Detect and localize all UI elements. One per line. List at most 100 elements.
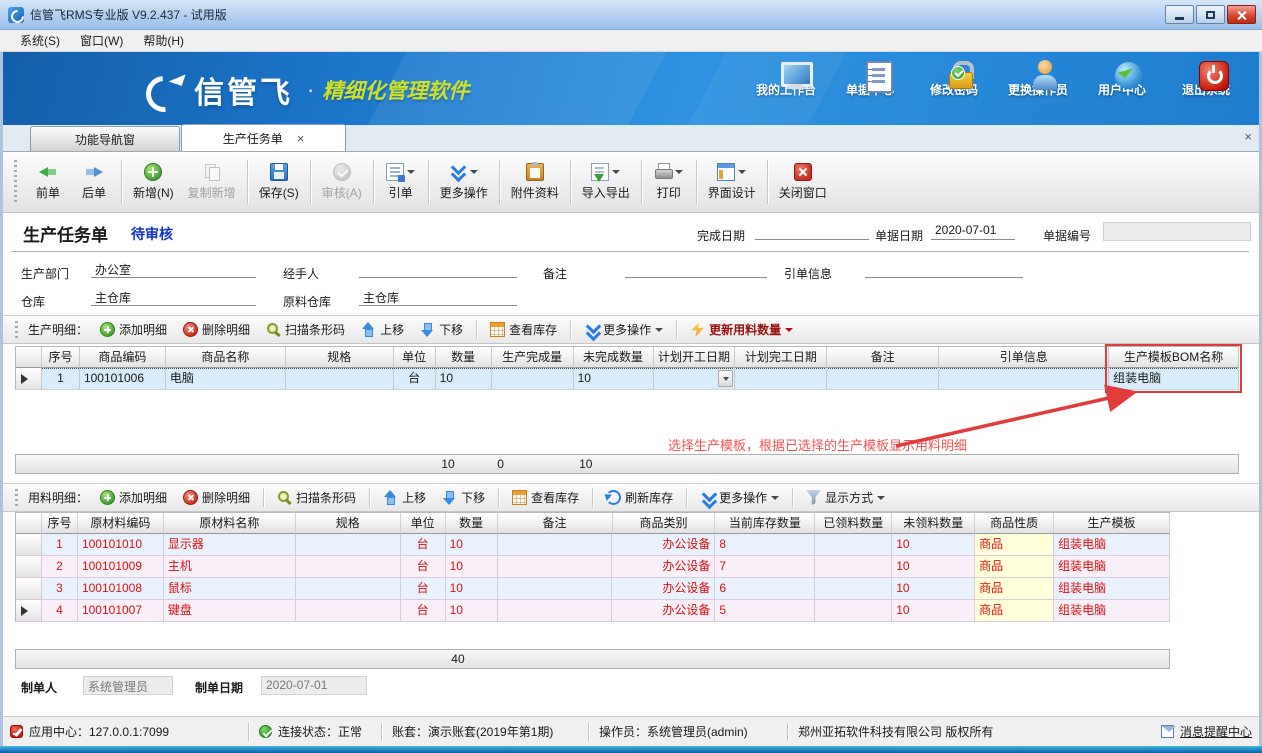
- cell[interactable]: 台: [401, 578, 446, 600]
- cell[interactable]: 组装电脑: [1054, 556, 1170, 578]
- cell[interactable]: 5: [715, 600, 815, 622]
- cell[interactable]: 电脑: [166, 368, 286, 390]
- cell[interactable]: [498, 534, 613, 556]
- production-detail-button-更多操作[interactable]: 更多操作: [578, 319, 669, 340]
- column-header-单位[interactable]: 单位: [394, 347, 436, 368]
- cell[interactable]: [735, 368, 827, 390]
- column-header-数量[interactable]: 数量: [436, 347, 492, 368]
- menu-system[interactable]: 系统(S): [10, 30, 70, 51]
- cell[interactable]: 6: [715, 578, 815, 600]
- row-selector-cell[interactable]: [16, 578, 42, 600]
- material-warehouse-field[interactable]: 主仓库: [359, 289, 517, 306]
- material-detail-button-查看库存[interactable]: 查看库存: [506, 487, 585, 508]
- toolbar-grip[interactable]: [15, 489, 18, 507]
- cell[interactable]: [815, 600, 892, 622]
- column-header-计划完工日期[interactable]: 计划完工日期: [735, 347, 827, 368]
- cell[interactable]: 主机: [164, 556, 296, 578]
- dept-field[interactable]: 办公室: [91, 261, 256, 278]
- production-detail-button-扫描条形码[interactable]: 扫描条形码: [260, 319, 351, 340]
- column-header-备注[interactable]: 备注: [827, 347, 939, 368]
- cell[interactable]: 台: [401, 556, 446, 578]
- column-header-已领料数量[interactable]: 已领料数量: [815, 513, 892, 534]
- column-header-单位[interactable]: 单位: [401, 513, 446, 534]
- doc-date-field[interactable]: 2020-07-01: [931, 223, 1015, 240]
- cell[interactable]: 8: [715, 534, 815, 556]
- tab-function-navigator[interactable]: 功能导航窗: [30, 126, 180, 151]
- toolbar-button-引单[interactable]: 引单: [378, 160, 424, 204]
- material-detail-button-扫描条形码[interactable]: 扫描条形码: [271, 487, 362, 508]
- toolbar-grip[interactable]: [15, 321, 18, 339]
- cell[interactable]: 商品: [975, 556, 1054, 578]
- cell[interactable]: 键盘: [164, 600, 296, 622]
- tab-production-task[interactable]: 生产任务单 ×: [181, 124, 346, 151]
- row-selector-cell[interactable]: [16, 600, 42, 622]
- finish-date-field[interactable]: [755, 223, 869, 240]
- toolbar-button-界面设计[interactable]: 界面设计: [701, 160, 763, 204]
- toolbar-button-附件资料[interactable]: 附件资料: [504, 160, 566, 204]
- remark-field[interactable]: [625, 261, 767, 278]
- cell[interactable]: 办公设备: [612, 578, 715, 600]
- cell[interactable]: [498, 556, 613, 578]
- cell[interactable]: 100101010: [78, 534, 164, 556]
- cell[interactable]: [815, 534, 892, 556]
- column-header-商品编码[interactable]: 商品编码: [80, 347, 166, 368]
- cell[interactable]: 10: [436, 368, 492, 390]
- column-header-原材料编码[interactable]: 原材料编码: [78, 513, 164, 534]
- toolbar-button-保存S[interactable]: 保存(S): [252, 160, 306, 204]
- toolbar-button-打印[interactable]: 打印: [646, 160, 692, 204]
- tabstrip-close-icon[interactable]: ×: [1244, 129, 1252, 144]
- quick-action-用户中心[interactable]: 用户中心: [1080, 60, 1164, 98]
- material-detail-button-刷新库存[interactable]: 刷新库存: [600, 487, 679, 508]
- column-header-当前库存数量[interactable]: 当前库存数量: [715, 513, 815, 534]
- toolbar-button-后单[interactable]: 后单: [71, 160, 117, 204]
- cell[interactable]: 办公设备: [612, 534, 715, 556]
- toolbar-button-导入导出[interactable]: 导入导出: [575, 160, 637, 204]
- column-header-未领料数量[interactable]: 未领料数量: [892, 513, 975, 534]
- cell[interactable]: 组装电脑: [1054, 600, 1170, 622]
- cell[interactable]: 组装电脑: [1054, 534, 1170, 556]
- column-header-原材料名称[interactable]: 原材料名称: [164, 513, 296, 534]
- maximize-button[interactable]: [1196, 5, 1225, 24]
- cell[interactable]: [827, 368, 939, 390]
- statusbar-message-center-link[interactable]: 消息提醒中心: [1151, 717, 1262, 746]
- cell[interactable]: 10: [446, 600, 498, 622]
- cell[interactable]: [498, 600, 613, 622]
- cell[interactable]: 商品: [975, 578, 1054, 600]
- cell[interactable]: [498, 578, 613, 600]
- cell[interactable]: [296, 556, 401, 578]
- production-detail-button-查看库存[interactable]: 查看库存: [484, 319, 563, 340]
- cell[interactable]: 10: [892, 600, 975, 622]
- cell[interactable]: 10: [446, 556, 498, 578]
- cell[interactable]: [296, 578, 401, 600]
- material-detail-button-更多操作[interactable]: 更多操作: [694, 487, 785, 508]
- toolbar-button-关闭窗口[interactable]: 关闭窗口: [772, 160, 834, 204]
- cell[interactable]: 3: [42, 578, 78, 600]
- cell[interactable]: 鼠标: [164, 578, 296, 600]
- cell[interactable]: 100101006: [80, 368, 166, 390]
- cell[interactable]: 办公设备: [612, 600, 715, 622]
- cell[interactable]: 显示器: [164, 534, 296, 556]
- cell[interactable]: 7: [715, 556, 815, 578]
- material-detail-button-删除明细[interactable]: 删除明细: [177, 487, 256, 508]
- column-header-序号[interactable]: 序号: [42, 513, 78, 534]
- production-detail-button-上移[interactable]: 上移: [355, 319, 410, 340]
- cell[interactable]: 台: [394, 368, 436, 390]
- column-header-商品名称[interactable]: 商品名称: [166, 347, 286, 368]
- cell[interactable]: 组装电脑: [1054, 578, 1170, 600]
- column-header-未完成数量[interactable]: 未完成数量: [574, 347, 654, 368]
- cell[interactable]: 10: [892, 556, 975, 578]
- toolbar-button-前单[interactable]: 前单: [25, 160, 71, 204]
- quick-action-我的工作台[interactable]: 我的工作台: [744, 60, 828, 98]
- column-header-规格[interactable]: 规格: [296, 513, 401, 534]
- material-detail-button-添加明细[interactable]: 添加明细: [94, 487, 173, 508]
- column-header-数量[interactable]: 数量: [446, 513, 498, 534]
- cell[interactable]: 2: [42, 556, 78, 578]
- material-detail-button-上移[interactable]: 上移: [377, 487, 432, 508]
- cell[interactable]: [815, 556, 892, 578]
- cell[interactable]: [654, 368, 736, 390]
- menu-window[interactable]: 窗口(W): [70, 30, 133, 51]
- column-header-规格[interactable]: 规格: [286, 347, 394, 368]
- column-header-商品类别[interactable]: 商品类别: [613, 513, 716, 534]
- tab-close-icon[interactable]: ×: [297, 131, 305, 146]
- column-header-备注[interactable]: 备注: [498, 513, 613, 534]
